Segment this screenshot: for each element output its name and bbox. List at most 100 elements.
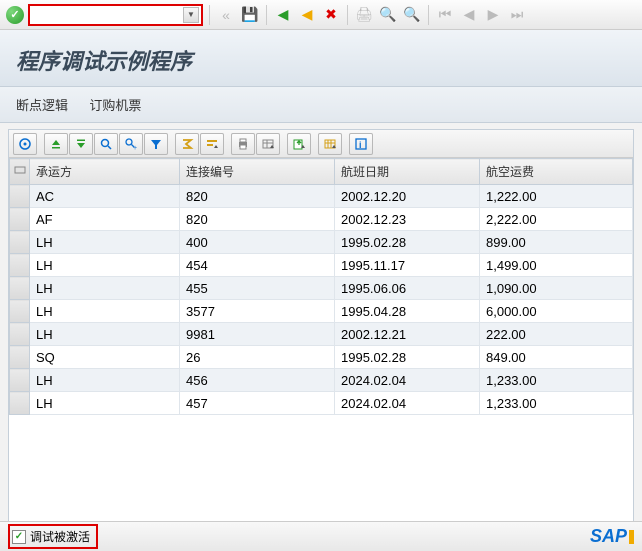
separator xyxy=(39,133,42,155)
status-bar: ✓ 调试被激活 SAP xyxy=(0,521,642,551)
grid-table: 承运方 连接编号 航班日期 航空运费 AC8202002.12.201,222.… xyxy=(9,158,633,528)
cell-connid: 26 xyxy=(180,346,335,369)
cell-carrier: AC xyxy=(30,185,180,208)
cell-carrier: LH xyxy=(30,277,180,300)
page-title: 程序调试示例程序 xyxy=(16,44,626,76)
action-bar: 断点逻辑 订购机票 xyxy=(0,87,642,123)
table-row[interactable]: LH4541995.11.171,499.00 xyxy=(10,254,633,277)
subtotal-icon[interactable] xyxy=(200,133,224,155)
col-fare[interactable]: 航空运费 xyxy=(480,159,633,185)
find-next-icon[interactable]: + xyxy=(119,133,143,155)
last-page-icon[interactable]: ⏭ xyxy=(507,5,527,25)
cell-fare: 6,000.00 xyxy=(480,300,633,323)
info-icon[interactable]: i xyxy=(349,133,373,155)
row-selector[interactable] xyxy=(10,346,30,369)
system-toolbar: ✓ ▼ « 💾 ◀ ◀ ✖ 🖨 🔍 🔍 ⏮ ◀ ▶ ⏭ xyxy=(0,0,642,30)
cell-connid: 457 xyxy=(180,392,335,415)
separator xyxy=(170,133,173,155)
next-page-icon[interactable]: ▶ xyxy=(483,5,503,25)
cell-carrier: AF xyxy=(30,208,180,231)
table-row[interactable]: LH4562024.02.041,233.00 xyxy=(10,369,633,392)
cell-fldate: 1995.02.28 xyxy=(335,346,480,369)
cell-connid: 820 xyxy=(180,185,335,208)
cell-fldate: 2002.12.23 xyxy=(335,208,480,231)
row-selector[interactable] xyxy=(10,392,30,415)
row-selector[interactable] xyxy=(10,185,30,208)
row-selector[interactable] xyxy=(10,254,30,277)
table-row[interactable]: AF8202002.12.232,222.00 xyxy=(10,208,633,231)
back-icon[interactable]: « xyxy=(216,5,236,25)
views-icon[interactable] xyxy=(256,133,280,155)
col-connid[interactable]: 连接编号 xyxy=(180,159,335,185)
status-text: 调试被激活 xyxy=(30,528,90,545)
prev-page-icon[interactable]: ◀ xyxy=(459,5,479,25)
select-all-header[interactable] xyxy=(10,159,30,185)
col-carrier[interactable]: 承运方 xyxy=(30,159,180,185)
cell-connid: 400 xyxy=(180,231,335,254)
separator xyxy=(347,5,348,25)
table-row[interactable]: SQ261995.02.28849.00 xyxy=(10,346,633,369)
cell-fare: 2,222.00 xyxy=(480,208,633,231)
cell-fldate: 1995.04.28 xyxy=(335,300,480,323)
find-next-icon[interactable]: 🔍 xyxy=(402,5,422,25)
nav-cancel-icon[interactable]: ✖ xyxy=(321,5,341,25)
grid-toolbar: + i xyxy=(9,130,633,158)
separator xyxy=(209,5,210,25)
title-area: 程序调试示例程序 xyxy=(0,30,642,87)
layout-icon[interactable] xyxy=(318,133,342,155)
cell-fare: 849.00 xyxy=(480,346,633,369)
cell-carrier: LH xyxy=(30,231,180,254)
first-page-icon[interactable]: ⏮ xyxy=(435,5,455,25)
separator xyxy=(313,133,316,155)
sort-desc-icon[interactable] xyxy=(69,133,93,155)
command-field[interactable]: ▼ xyxy=(28,4,203,26)
dropdown-icon[interactable]: ▼ xyxy=(183,7,199,23)
cell-fldate: 2024.02.04 xyxy=(335,392,480,415)
find-icon[interactable]: 🔍 xyxy=(378,5,398,25)
table-row[interactable]: LH35771995.04.286,000.00 xyxy=(10,300,633,323)
cell-carrier: LH xyxy=(30,300,180,323)
row-selector[interactable] xyxy=(10,300,30,323)
row-selector[interactable] xyxy=(10,369,30,392)
nav-back-icon[interactable]: ◀ xyxy=(273,5,293,25)
cell-carrier: LH xyxy=(30,323,180,346)
cell-fldate: 1995.02.28 xyxy=(335,231,480,254)
print-icon[interactable] xyxy=(231,133,255,155)
export-icon[interactable] xyxy=(287,133,311,155)
cell-fare: 899.00 xyxy=(480,231,633,254)
filter-icon[interactable] xyxy=(144,133,168,155)
row-selector[interactable] xyxy=(10,208,30,231)
nav-exit-icon[interactable]: ◀ xyxy=(297,5,317,25)
table-row[interactable]: AC8202002.12.201,222.00 xyxy=(10,185,633,208)
cell-fldate: 2024.02.04 xyxy=(335,369,480,392)
row-selector[interactable] xyxy=(10,277,30,300)
separator xyxy=(266,5,267,25)
details-icon[interactable] xyxy=(13,133,37,155)
book-flight-link[interactable]: 订购机票 xyxy=(89,98,141,113)
cell-fldate: 1995.06.06 xyxy=(335,277,480,300)
cell-fldate: 1995.11.17 xyxy=(335,254,480,277)
save-icon[interactable]: 💾 xyxy=(240,5,260,25)
row-selector[interactable] xyxy=(10,323,30,346)
row-selector[interactable] xyxy=(10,231,30,254)
svg-text:+: + xyxy=(133,145,137,151)
cell-carrier: LH xyxy=(30,254,180,277)
svg-text:i: i xyxy=(359,140,362,150)
cell-connid: 456 xyxy=(180,369,335,392)
cell-fare: 1,090.00 xyxy=(480,277,633,300)
sap-logo: SAP xyxy=(590,526,634,547)
table-row[interactable]: LH4551995.06.061,090.00 xyxy=(10,277,633,300)
sum-icon[interactable] xyxy=(175,133,199,155)
table-row[interactable]: LH99812002.12.21222.00 xyxy=(10,323,633,346)
separator xyxy=(282,133,285,155)
cell-connid: 820 xyxy=(180,208,335,231)
print-icon[interactable]: 🖨 xyxy=(354,5,374,25)
table-row[interactable]: LH4001995.02.28899.00 xyxy=(10,231,633,254)
cell-fare: 1,222.00 xyxy=(480,185,633,208)
breakpoint-logic-link[interactable]: 断点逻辑 xyxy=(16,98,68,113)
col-fldate[interactable]: 航班日期 xyxy=(335,159,480,185)
find-icon[interactable] xyxy=(94,133,118,155)
enter-icon[interactable]: ✓ xyxy=(6,6,24,24)
table-row[interactable]: LH4572024.02.041,233.00 xyxy=(10,392,633,415)
sort-asc-icon[interactable] xyxy=(44,133,68,155)
